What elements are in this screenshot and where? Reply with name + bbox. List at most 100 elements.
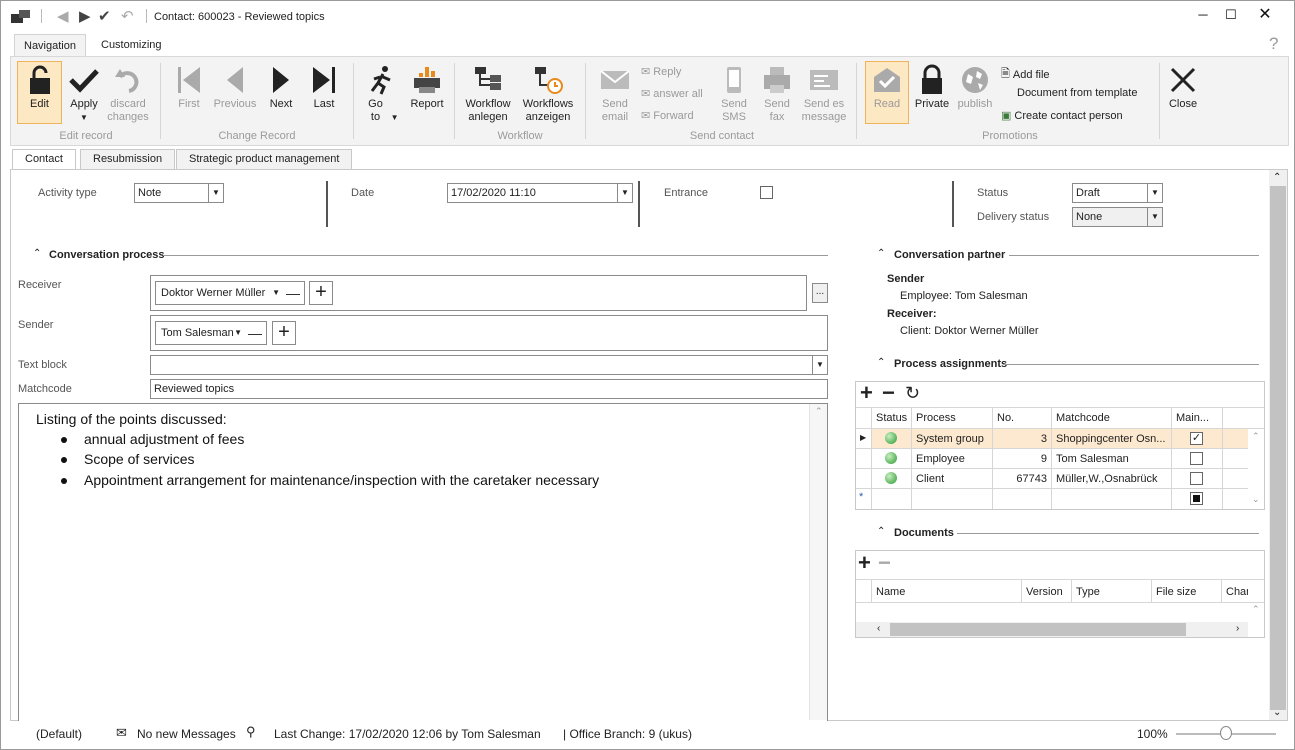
send-es-message-button[interactable]: Send es message — [801, 62, 847, 124]
answer-all-button[interactable]: ✉ answer all — [641, 87, 703, 101]
forward-arrow-icon[interactable]: ▶ — [79, 9, 91, 25]
receiver-more-button[interactable]: ... — [812, 283, 828, 303]
refresh-icon[interactable]: ↻ — [905, 382, 920, 404]
minus-icon[interactable]: — — [248, 322, 262, 344]
publish-button[interactable]: publish — [955, 62, 995, 111]
col-matchcode[interactable]: Matchcode — [1056, 412, 1110, 424]
go-to-button[interactable]: Go to ▼ — [363, 62, 399, 124]
private-button[interactable]: Private — [913, 62, 951, 111]
table-cell[interactable]: 67743 — [997, 473, 1047, 485]
apply-button[interactable]: Apply ▼ — [65, 62, 103, 124]
tab-strategic-product-management[interactable]: Strategic product management — [176, 149, 353, 169]
receiver-chip[interactable]: Doktor Werner Müller ▼ — — [155, 281, 305, 305]
table-cell[interactable]: Tom Salesman — [1056, 453, 1129, 465]
forward-button[interactable]: ✉ Forward — [641, 109, 694, 123]
table-cell[interactable]: Shoppingcenter Osn... — [1056, 433, 1165, 445]
next-button[interactable]: Next — [264, 62, 298, 111]
col-type[interactable]: Type — [1076, 586, 1100, 598]
first-button[interactable]: First — [171, 62, 207, 111]
remove-process-button[interactable]: − — [882, 381, 895, 405]
main-checkbox[interactable] — [1190, 452, 1203, 465]
col-no[interactable]: No. — [997, 412, 1014, 424]
scroll-left-icon[interactable]: ‹ — [877, 623, 880, 634]
workflows-anzeigen-button[interactable]: Workflows anzeigen — [519, 62, 577, 124]
text-block-select[interactable]: ▼ — [150, 355, 828, 375]
main-scrollbar[interactable]: ⌃ ⌄ — [1269, 170, 1287, 720]
scroll-up-icon[interactable]: ⌃ — [1252, 431, 1260, 442]
read-button[interactable]: Read — [865, 61, 909, 124]
table-cell[interactable]: Müller,W.,Osnabrück — [1056, 473, 1157, 485]
editor-scrollbar[interactable]: ⌃ — [809, 404, 827, 720]
table-cell[interactable]: Employee — [916, 453, 965, 465]
date-picker[interactable]: 17/02/2020 11:10 ▼ — [447, 183, 633, 203]
zoom-slider-thumb[interactable] — [1220, 726, 1232, 740]
collapse-chevron-icon[interactable]: ⌃ — [33, 248, 41, 259]
col-name[interactable]: Name — [876, 586, 905, 598]
scrollbar-thumb[interactable] — [890, 623, 1186, 636]
add-file-button[interactable]: 🗎 Add file — [1001, 65, 1050, 84]
send-email-button[interactable]: Send email — [595, 62, 635, 124]
scroll-down-icon[interactable]: ⌄ — [1252, 494, 1260, 505]
main-checkbox[interactable] — [1190, 492, 1203, 505]
entrance-checkbox[interactable] — [760, 186, 773, 199]
table-cell[interactable]: 3 — [997, 433, 1047, 445]
col-main[interactable]: Main... — [1176, 412, 1209, 424]
collapse-chevron-icon[interactable]: ⌃ — [877, 248, 885, 259]
table-cell[interactable]: System group — [916, 433, 984, 445]
document-from-template-button[interactable]: Document from template — [1017, 87, 1137, 99]
scroll-up-icon[interactable]: ⌃ — [1252, 604, 1260, 615]
scroll-up-icon[interactable]: ⌃ — [1273, 172, 1281, 183]
discard-changes-button[interactable]: discard changes — [107, 62, 149, 124]
send-fax-button[interactable]: Send fax — [760, 62, 794, 124]
back-arrow-icon[interactable]: ◀ — [57, 9, 69, 25]
sender-chip[interactable]: Tom Salesman ▼ — — [155, 321, 267, 345]
workflow-anlegen-button[interactable]: Workflow anlegen — [463, 62, 513, 124]
scroll-up-icon[interactable]: ⌃ — [815, 406, 823, 417]
remove-document-button[interactable]: − — [878, 551, 891, 575]
add-document-button[interactable]: + — [858, 551, 871, 575]
report-button[interactable]: Report — [407, 62, 447, 111]
search-icon[interactable]: ⚲ — [246, 724, 256, 740]
close-button[interactable]: Close — [1165, 62, 1201, 111]
collapse-chevron-icon[interactable]: ⌃ — [877, 526, 885, 537]
table-cell[interactable]: 9 — [997, 453, 1047, 465]
last-button[interactable]: Last — [307, 62, 341, 111]
ribbon-tab-navigation[interactable]: Navigation — [14, 34, 86, 57]
col-changed[interactable]: Chan — [1226, 586, 1248, 598]
col-status[interactable]: Status — [876, 412, 907, 424]
minimize-button[interactable]: ─ — [1191, 5, 1215, 25]
main-checkbox[interactable]: ✓ — [1190, 432, 1203, 445]
edit-button[interactable]: Edit — [17, 61, 62, 124]
send-sms-button[interactable]: Send SMS — [717, 62, 751, 124]
close-window-button[interactable]: ✕ — [1253, 5, 1277, 25]
add-process-button[interactable]: + — [860, 381, 873, 405]
main-checkbox[interactable] — [1190, 472, 1203, 485]
table-cell[interactable]: Client — [916, 473, 944, 485]
add-receiver-button[interactable]: + — [309, 281, 333, 305]
scroll-down-icon[interactable]: ⌄ — [1273, 707, 1281, 718]
tab-resubmission[interactable]: Resubmission — [80, 149, 176, 169]
chevron-down-icon[interactable]: ▼ — [272, 282, 280, 304]
activity-type-select[interactable]: Note ▼ — [134, 183, 224, 203]
messages-status[interactable]: No new Messages — [137, 727, 236, 741]
check-icon[interactable]: ✔ — [98, 9, 111, 25]
undo-icon[interactable]: ↶ — [121, 9, 134, 25]
maximize-button[interactable]: ☐ — [1219, 5, 1243, 25]
tab-contact[interactable]: Contact — [12, 149, 76, 170]
help-icon[interactable]: ? — [1269, 34, 1278, 54]
previous-button[interactable]: Previous — [211, 62, 259, 111]
scroll-right-icon[interactable]: › — [1236, 623, 1239, 634]
status-select[interactable]: Draft ▼ — [1072, 183, 1163, 203]
minus-icon[interactable]: — — [286, 282, 300, 304]
chevron-down-icon[interactable]: ▼ — [234, 322, 242, 344]
matchcode-input[interactable]: Reviewed topics — [150, 379, 828, 399]
scrollbar-thumb[interactable] — [1270, 186, 1286, 710]
delivery-status-select[interactable]: None ▼ — [1072, 207, 1163, 227]
col-file-size[interactable]: File size — [1156, 586, 1196, 598]
col-process[interactable]: Process — [916, 412, 956, 424]
reply-button[interactable]: ✉ Reply — [641, 65, 681, 79]
app-chat-icon[interactable] — [10, 9, 32, 29]
collapse-chevron-icon[interactable]: ⌃ — [877, 357, 885, 368]
ribbon-tab-customizing[interactable]: Customizing — [92, 34, 171, 57]
add-sender-button[interactable]: + — [272, 321, 296, 345]
